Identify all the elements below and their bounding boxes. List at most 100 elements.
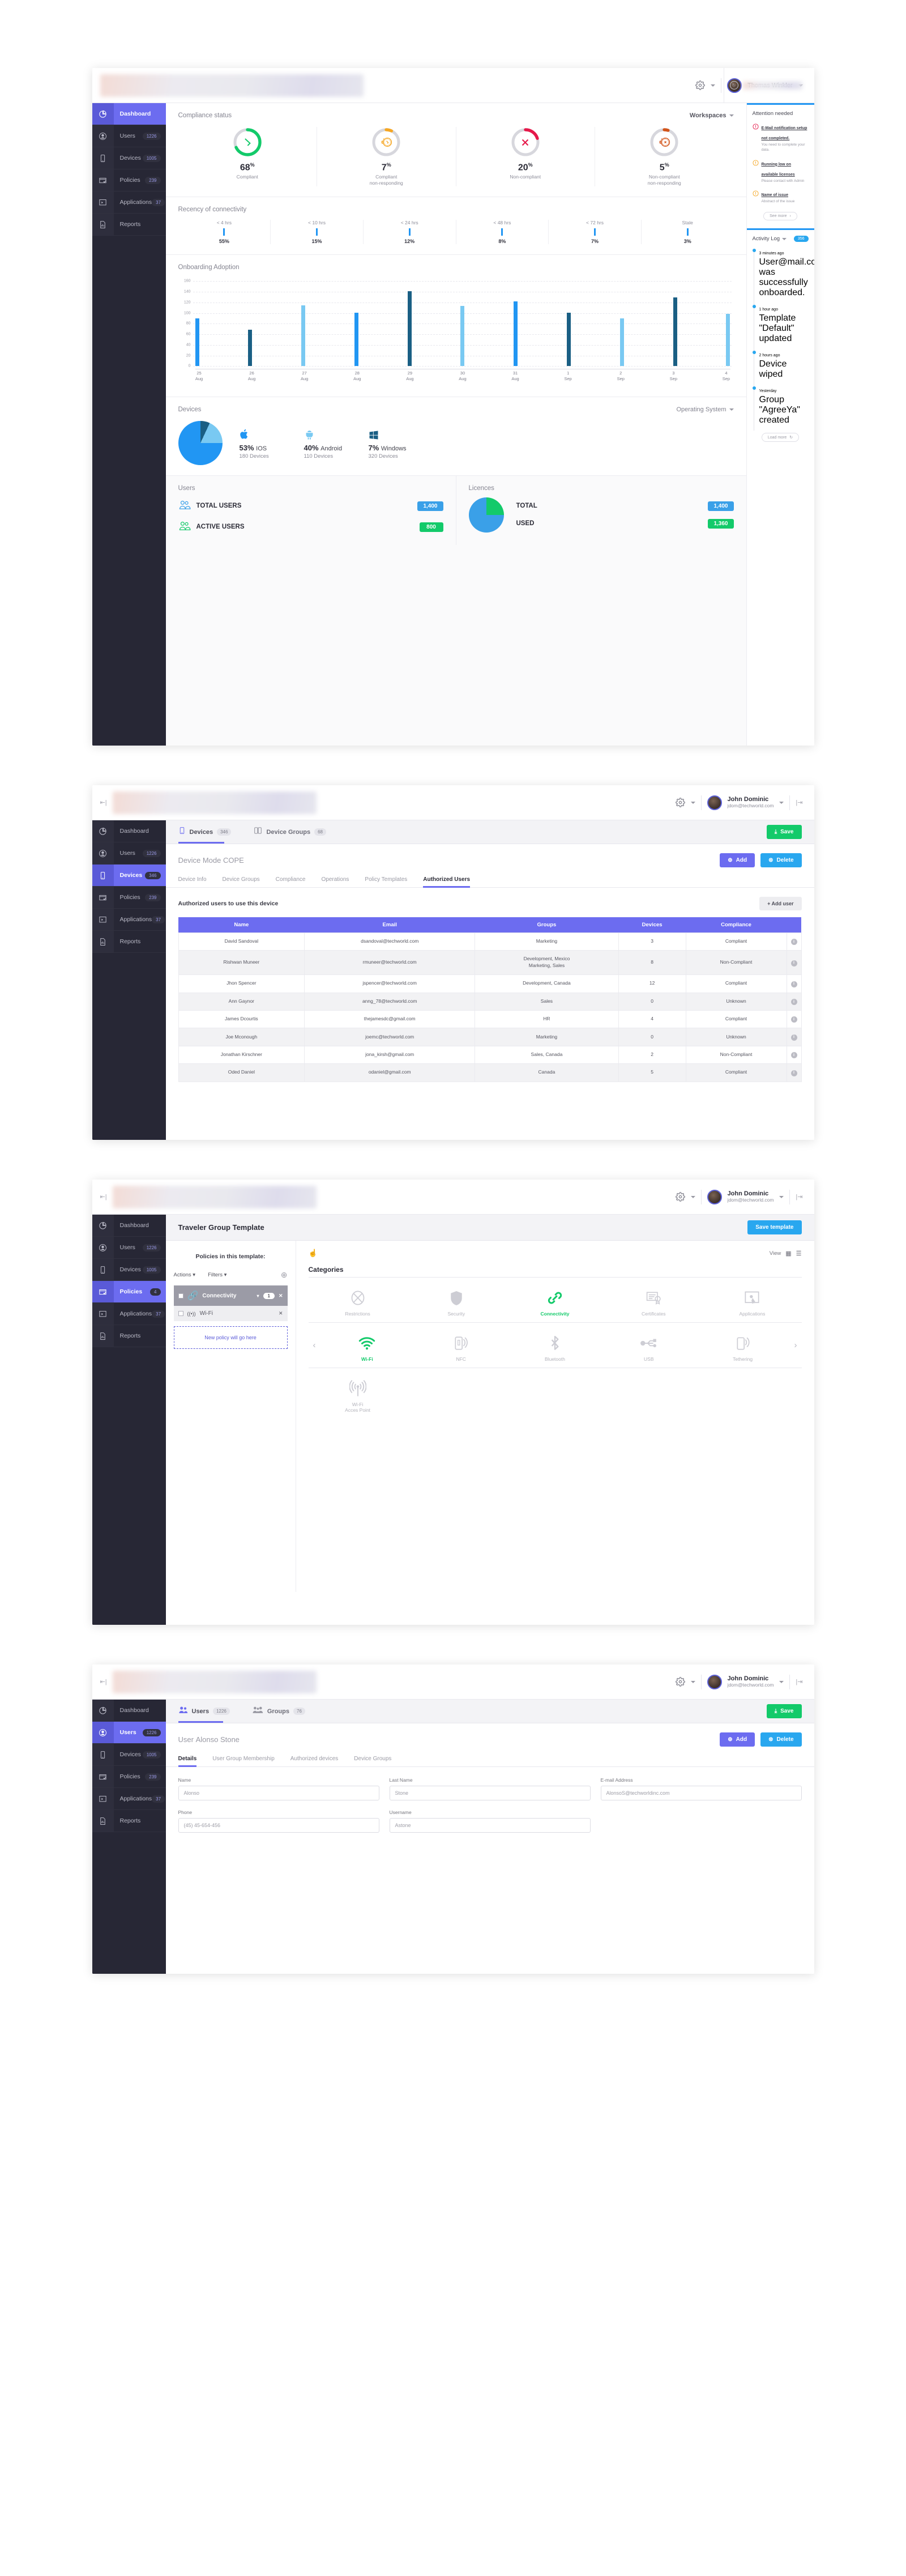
gear-icon[interactable] — [675, 1677, 685, 1687]
actions-dropdown[interactable]: Actions ▾ — [174, 1272, 196, 1278]
info-icon[interactable]: i — [790, 1016, 797, 1023]
sidebar-item-devices[interactable]: Devices 1005 — [92, 1259, 166, 1281]
sidebar-item-users[interactable]: Users 1226 — [92, 1722, 166, 1744]
avatar[interactable] — [707, 1674, 722, 1689]
table-row[interactable]: James Dcourtis thejamesdc@gmail.com HR 4 Com… — [178, 1010, 802, 1029]
info-icon[interactable]: i — [790, 960, 797, 966]
sidebar-item-applications[interactable]: Applications 37 — [92, 1303, 166, 1325]
sidebar-item-users[interactable]: Users 1226 — [92, 842, 166, 865]
cell-info[interactable]: i — [786, 974, 802, 993]
list-view-icon[interactable]: ☰ — [796, 1250, 802, 1257]
category-wi-fi[interactable]: Wi-Fi — [320, 1334, 414, 1362]
gear-icon[interactable] — [675, 798, 685, 807]
cell-info[interactable]: i — [786, 1063, 802, 1082]
sub-tab-user-group-membership[interactable]: User Group Membership — [212, 1750, 274, 1766]
category-certificates[interactable]: Certificates — [604, 1289, 703, 1317]
collapse-left-icon[interactable]: ⇤| — [100, 1193, 107, 1200]
activity-item-2[interactable]: 2 hours ago Device wiped — [752, 349, 809, 385]
category-bluetooth[interactable]: Bluetooth — [508, 1334, 602, 1362]
sidebar-item-devices[interactable]: Devices 1005 — [92, 1744, 166, 1766]
sub-tab-device-groups[interactable]: Device Groups — [354, 1750, 391, 1766]
sidebar-item-reports[interactable]: Reports — [92, 1810, 166, 1832]
info-icon[interactable]: i — [790, 1070, 797, 1076]
add-policy-icon[interactable]: ⊕ — [281, 1270, 288, 1280]
grid-view-icon[interactable]: ▦ — [785, 1250, 791, 1257]
checkbox[interactable] — [178, 1293, 183, 1298]
address-bar-blur[interactable] — [112, 791, 317, 814]
gear-icon[interactable] — [695, 80, 705, 90]
collapse-right-icon[interactable]: |⇥ — [796, 799, 802, 806]
attention-item-2[interactable]: Name of issue Abstract of the issue — [752, 189, 809, 205]
sub-tab-authorized-devices[interactable]: Authorized devices — [290, 1750, 339, 1766]
tab-devices[interactable]: Devices 346 — [178, 820, 232, 844]
sub-tab-operations[interactable]: Operations — [321, 871, 349, 887]
sidebar-item-users[interactable]: Users 1226 — [92, 125, 166, 147]
sidebar-item-policies[interactable]: Policies 239 — [92, 887, 166, 909]
sub-tab-device-groups[interactable]: Device Groups — [223, 871, 260, 887]
table-row[interactable]: Joe Mconough joemc@techworld.com Marketing… — [178, 1028, 802, 1046]
sidebar-item-applications[interactable]: Applications 37 — [92, 909, 166, 931]
save-button[interactable]: ⤓ Save — [766, 825, 802, 839]
activity-item-3[interactable]: Yesterday Group "AgreeYa" created — [752, 385, 809, 431]
chevron-down-icon[interactable]: ▾ — [257, 1293, 259, 1298]
sidebar-item-reports[interactable]: Reports — [92, 1325, 166, 1347]
info-icon[interactable]: i — [790, 1052, 797, 1059]
save-button[interactable]: ⤓ Save — [766, 1704, 802, 1718]
cell-info[interactable]: i — [786, 1028, 802, 1046]
table-row[interactable]: David Sandoval dsandoval@techworld.com Mar… — [178, 932, 802, 951]
load-more-button[interactable]: Load more ↻ — [761, 433, 800, 442]
cell-info[interactable]: i — [786, 950, 802, 976]
sidebar-item-policies[interactable]: Policies 239 — [92, 169, 166, 191]
table-row[interactable]: Jhon Spencer jspencer@techworld.com Develo… — [178, 974, 802, 993]
sidebar-item-devices[interactable]: Devices 1005 — [92, 147, 166, 169]
user-chevron-down-icon[interactable] — [779, 1680, 784, 1683]
field-input[interactable]: Alonso — [178, 1786, 379, 1800]
info-icon[interactable]: i — [790, 999, 797, 1005]
delete-button[interactable]: ⊗ Delete — [760, 853, 802, 867]
info-icon[interactable]: i — [790, 939, 797, 946]
chevron-down-icon[interactable] — [690, 1195, 695, 1198]
policy-row-wifi[interactable]: ((•)) Wi-Fi ✕ — [173, 1306, 288, 1321]
table-column-header[interactable] — [787, 917, 801, 933]
save-template-button[interactable]: Save template — [747, 1220, 802, 1234]
sidebar-item-applications[interactable]: Applications 37 — [92, 191, 166, 214]
collapse-right-icon[interactable]: |⇥ — [796, 1193, 802, 1200]
sidebar-item-applications[interactable]: Applications 37 — [92, 1788, 166, 1810]
close-icon[interactable]: ✕ — [279, 1293, 283, 1299]
category-usb[interactable]: USB — [602, 1334, 696, 1362]
sub-tab-device-info[interactable]: Device Info — [178, 871, 207, 887]
cell-info[interactable]: i — [786, 1010, 802, 1029]
add-button[interactable]: ⊕ Add — [720, 1732, 755, 1747]
tab-users[interactable]: Users 1226 — [178, 1700, 230, 1723]
sidebar-item-reports[interactable]: Reports — [92, 214, 166, 236]
add-button[interactable]: ⊕ Add — [720, 853, 755, 867]
category-connectivity[interactable]: Connectivity — [506, 1289, 604, 1317]
info-icon[interactable]: i — [790, 1034, 797, 1041]
close-icon[interactable]: ✕ — [279, 1310, 283, 1317]
chevron-down-icon[interactable] — [782, 237, 787, 240]
attention-item-1[interactable]: Running low on available licenses Please … — [752, 158, 809, 184]
os-dropdown[interactable]: Operating System — [676, 406, 734, 413]
table-row[interactable]: Jonathan Kirschner jona_kirsh@gmail.com Sa… — [178, 1045, 802, 1065]
table-row[interactable]: Oded Daniel odaniel@gmail.com Canada 5 Compl… — [178, 1063, 802, 1082]
refresh-icon[interactable]: ↻ — [729, 81, 738, 90]
sidebar-item-dashboard[interactable]: Dashboard — [92, 820, 166, 842]
tab-device-groups[interactable]: Device Groups 68 — [254, 820, 326, 844]
address-bar-blur[interactable] — [112, 1670, 317, 1693]
avatar[interactable] — [707, 1189, 722, 1204]
field-input[interactable]: (45) 45-654-456 — [178, 1818, 379, 1833]
sidebar-item-policies[interactable]: Policies 4 — [92, 1281, 166, 1303]
sidebar-item-dashboard[interactable]: Dashboard — [92, 1215, 166, 1237]
sub-tab-details[interactable]: Details — [178, 1750, 196, 1767]
attention-item-0[interactable]: E-Mail notification setup not completed.… — [752, 122, 809, 153]
chevron-right-icon[interactable]: › — [790, 1340, 802, 1350]
gear-icon[interactable] — [675, 1192, 685, 1202]
cell-info[interactable]: i — [786, 992, 802, 1011]
table-column-header[interactable]: Devices — [618, 917, 686, 933]
table-column-header[interactable]: Name — [178, 917, 305, 933]
address-bar-blur[interactable] — [112, 1185, 317, 1208]
sidebar-item-devices[interactable]: Devices 346 — [92, 865, 166, 887]
tab-groups[interactable]: Groups 76 — [253, 1700, 305, 1723]
collapse-right-icon[interactable]: |⇥ — [796, 1678, 802, 1685]
field-input[interactable]: Stone — [389, 1786, 591, 1800]
